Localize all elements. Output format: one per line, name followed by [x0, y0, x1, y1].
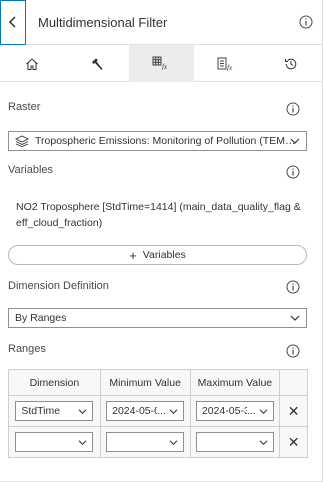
max-value-select[interactable]: 2024-05-31...: [195, 401, 274, 421]
layer-icon: [15, 135, 29, 147]
svg-text:fx: fx: [227, 64, 233, 71]
chevron-down-icon: [78, 409, 87, 414]
plus-icon: +: [129, 247, 137, 263]
table-row: ✕: [8, 426, 308, 458]
column-header-actions: [279, 369, 308, 396]
max-value-cell: [189, 426, 281, 458]
info-icon[interactable]: [286, 280, 300, 294]
min-value-select[interactable]: 2024-05-01...: [106, 401, 185, 421]
ranges-table: Dimension Minimum Value Maximum Value St…: [8, 369, 308, 458]
max-value-cell: 2024-05-31...: [189, 395, 281, 427]
info-icon[interactable]: [286, 165, 300, 179]
table-header-row: Dimension Minimum Value Maximum Value: [8, 369, 308, 396]
column-header-minimum: Minimum Value: [99, 369, 191, 396]
raster-select[interactable]: Tropospheric Emissions: Monitoring of Po…: [8, 131, 307, 151]
svg-text:fx: fx: [162, 63, 168, 70]
column-header-maximum: Maximum Value: [189, 369, 281, 396]
min-value-select[interactable]: [106, 432, 185, 452]
chevron-down-icon: [78, 440, 87, 445]
dimension-definition-label: Dimension Definition: [8, 280, 109, 292]
panel-title: Multidimensional Filter: [38, 14, 168, 30]
history-icon: [284, 58, 296, 69]
chevron-down-icon: [290, 138, 300, 144]
delete-row-button[interactable]: ✕: [288, 403, 300, 419]
dimension-select[interactable]: StdTime: [15, 401, 94, 421]
dimension-cell: [8, 426, 101, 458]
tab-history[interactable]: [258, 45, 323, 82]
table-row: StdTime 2024-05-01... 2024-05-31... ✕: [8, 395, 308, 427]
tab-function-templates[interactable]: fx: [194, 45, 259, 82]
home-icon: [26, 57, 39, 70]
column-header-dimension: Dimension: [8, 369, 101, 396]
add-variables-button[interactable]: + Variables: [8, 245, 307, 265]
variables-label: Variables: [8, 164, 54, 176]
delete-row-button[interactable]: ✕: [288, 434, 300, 450]
tab-home[interactable]: [0, 45, 65, 82]
chevron-down-icon: [169, 440, 178, 445]
info-icon[interactable]: [286, 102, 300, 116]
add-variables-label: Variables: [142, 249, 186, 261]
panel-header: Multidimensional Filter: [0, 0, 323, 45]
dimension-select[interactable]: [15, 432, 94, 452]
ellipsis: ...: [246, 405, 256, 417]
chevron-down-icon: [290, 315, 300, 321]
hammer-icon: [91, 58, 103, 70]
dimension-value: StdTime: [21, 405, 61, 417]
raster-label: Raster: [8, 101, 41, 113]
selected-variable-text: NO2 Troposphere [StdTime=1414] (main_dat…: [16, 201, 301, 229]
min-value: 2024-05-01: [112, 405, 158, 417]
tab-raster-functions[interactable]: fx: [129, 45, 194, 82]
back-button[interactable]: [0, 0, 26, 45]
ellipsis: ...: [157, 405, 166, 417]
chevron-down-icon: [259, 440, 268, 445]
min-value-cell: [99, 426, 191, 458]
raster-select-value: Tropospheric Emissions: Monitoring of Po…: [35, 135, 297, 147]
delete-cell: ✕: [279, 395, 308, 427]
chevron-down-icon: [259, 409, 268, 414]
dimension-cell: StdTime: [8, 395, 101, 427]
function-template-icon: fx: [217, 57, 233, 71]
chevron-down-icon: [169, 409, 178, 414]
delete-cell: ✕: [279, 426, 308, 458]
info-icon[interactable]: [299, 15, 313, 29]
max-value-select[interactable]: [195, 432, 274, 452]
max-value: 2024-05-31: [201, 405, 247, 417]
dimension-definition-select[interactable]: By Ranges: [8, 308, 307, 328]
dimension-definition-value: By Ranges: [15, 312, 67, 324]
info-icon[interactable]: [286, 344, 300, 358]
min-value-cell: 2024-05-01...: [99, 395, 191, 427]
raster-function-icon: fx: [153, 56, 168, 70]
multidimensional-filter-panel: Multidimensional Filter fx fx Raster Tro…: [0, 0, 323, 482]
chevron-left-icon: [8, 16, 16, 28]
ranges-label: Ranges: [8, 343, 46, 355]
tool-tabs: fx fx: [0, 45, 323, 82]
tab-tools[interactable]: [65, 45, 130, 82]
